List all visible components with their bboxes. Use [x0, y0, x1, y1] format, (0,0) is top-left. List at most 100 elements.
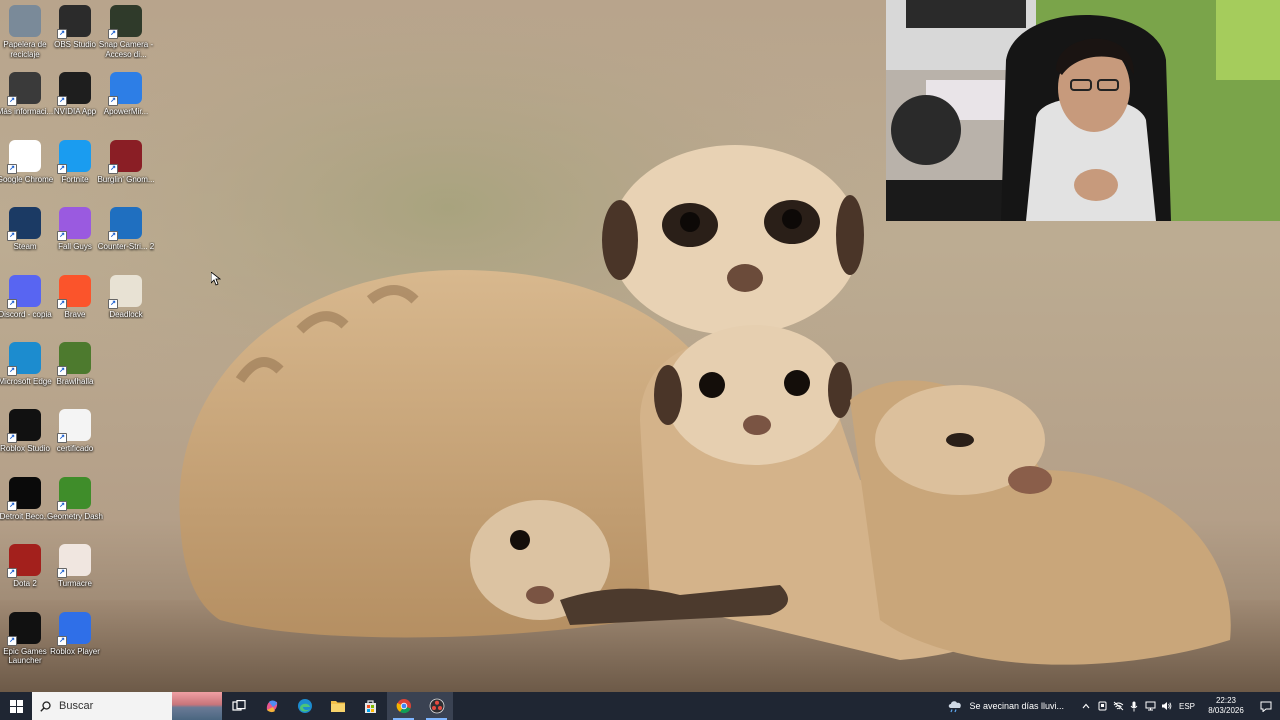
brave-icon: ↗ — [57, 274, 91, 309]
brawlhalla-icon: ↗ — [57, 342, 91, 376]
obs-icon — [429, 698, 444, 714]
ethernet-icon — [1145, 701, 1155, 711]
desktop-shortcut-fall-guys[interactable]: ↗ Fall Guys — [50, 207, 100, 271]
fortnite-icon: ↗ — [57, 139, 91, 174]
snap-camera-icon: ↗ — [108, 5, 142, 39]
clock-time: 22:23 — [1215, 696, 1237, 705]
search-placeholder: Buscar — [59, 700, 94, 712]
turmacre-icon: ↗ — [57, 544, 91, 579]
dota2-icon: ↗ — [7, 544, 41, 579]
taskbar-clock[interactable]: 22:23 8/03/2026 — [1200, 696, 1252, 716]
shortcut-arrow-icon: ↗ — [57, 635, 67, 646]
obs-icon: ↗ — [57, 5, 91, 39]
desktop-shortcut-counter-strike[interactable]: ↗ Counter-Stri... 2 — [98, 207, 154, 271]
task-view-button[interactable] — [222, 692, 255, 720]
shortcut-arrow-icon: ↗ — [57, 500, 67, 511]
shortcut-arrow-icon: ↗ — [57, 568, 67, 579]
shortcut-arrow-icon: ↗ — [57, 29, 67, 39]
shortcut-arrow-icon: ↗ — [108, 231, 118, 242]
edge-icon: ↗ — [7, 342, 41, 376]
shortcut-arrow-icon: ↗ — [108, 96, 118, 107]
show-hidden-icons-button[interactable] — [1078, 692, 1094, 720]
desktop-shortcut-edge[interactable]: ↗ Microsoft Edge — [0, 342, 52, 406]
desktop-shortcut-epic-games[interactable]: ↗ Epic Games Launcher — [0, 611, 50, 676]
desktop-shortcut-apowermirror[interactable]: ↗ ApowerMir... — [101, 72, 151, 136]
desktop-shortcut-discord[interactable]: ↗ Discord - copia — [0, 274, 52, 339]
chrome-icon: ↗ — [7, 139, 41, 174]
shortcut-arrow-icon: ↗ — [7, 163, 17, 174]
epic-games-icon: ↗ — [7, 611, 41, 646]
desktop-shortcut-label: Brave — [64, 309, 86, 319]
weather-text: Se avecinan días lluvi... — [969, 701, 1064, 711]
file-explorer-button[interactable] — [321, 692, 354, 720]
edge-taskbar-button[interactable] — [288, 692, 321, 720]
desktop-shortcut-burglin-gnomes[interactable]: ↗ Burglin' Gnom... — [97, 139, 155, 204]
webcam-overlay — [886, 0, 1280, 221]
desktop-shortcut-fortnite[interactable]: ↗ Fortnite — [50, 139, 100, 204]
tray-device-button[interactable] — [1094, 692, 1110, 720]
tray-volume-button[interactable] — [1158, 692, 1174, 720]
desktop-shortcut-label: Geometry Dash — [46, 511, 104, 521]
shortcut-arrow-icon: ↗ — [108, 163, 118, 174]
desktop-shortcut-deadlock[interactable]: ↗ Deadlock — [101, 274, 151, 339]
tray-network-button[interactable] — [1110, 692, 1126, 720]
desktop-shortcut-label: Snap Camera - Acceso di... — [98, 40, 154, 59]
desktop-shortcut-geometry-dash[interactable]: ↗ Geometry Dash — [47, 476, 103, 541]
shortcut-arrow-icon: ↗ — [7, 433, 17, 444]
task-view-icon — [231, 700, 246, 711]
shortcut-arrow-icon: ↗ — [7, 635, 17, 646]
desktop-shortcut-recycle-bin[interactable]: Papelera de reciclaje — [0, 5, 50, 69]
desktop-icon-grid: Papelera de reciclaje ↗ OBS Studio ↗ Snap Ca… — [0, 0, 160, 690]
windows-logo-icon — [9, 699, 23, 713]
desktop-shortcut-turmacre[interactable]: ↗ Turmacre — [50, 544, 100, 608]
desktop-shortcut-brawlhalla[interactable]: ↗ Brawlhalla — [50, 342, 100, 406]
shortcut-arrow-icon: ↗ — [7, 298, 17, 309]
shortcut-arrow-icon: ↗ — [7, 366, 17, 376]
speaker-icon — [1161, 702, 1171, 710]
chevron-up-icon — [1082, 703, 1090, 709]
microphone-icon — [1130, 701, 1138, 711]
notifications-button[interactable] — [1252, 692, 1280, 720]
tray-wired-network-button[interactable] — [1142, 692, 1158, 720]
detroit-icon: ↗ — [7, 476, 41, 511]
clock-date: 8/03/2026 — [1208, 706, 1244, 715]
microsoft-store-icon — [365, 699, 376, 713]
taskbar-search-box[interactable]: Buscar — [32, 692, 222, 720]
info-icon: ↗ — [7, 72, 41, 107]
shortcut-arrow-icon: ↗ — [108, 298, 118, 309]
counter-strike-icon: ↗ — [108, 207, 142, 242]
chrome-taskbar-button[interactable] — [387, 692, 420, 720]
search-highlight-image — [172, 692, 222, 720]
tray-microphone-button[interactable] — [1126, 692, 1142, 720]
desktop-shortcut-label: ApowerMir... — [103, 107, 149, 117]
network-off-icon — [1113, 701, 1123, 711]
desktop-shortcut-nvidia[interactable]: ↗ NVIDIA App — [50, 72, 100, 136]
obs-taskbar-button[interactable] — [420, 692, 453, 720]
weather-widget[interactable]: Se avecinan días lluvi... — [947, 699, 1064, 713]
device-icon — [1098, 701, 1106, 711]
desktop-shortcut-roblox-studio[interactable]: ↗ Roblox Studio — [0, 409, 50, 473]
copilot-button[interactable] — [255, 692, 288, 720]
desktop-shortcut-roblox[interactable]: ↗ Roblox Player — [50, 611, 100, 676]
language-indicator[interactable]: ESP — [1174, 692, 1200, 720]
nvidia-icon: ↗ — [57, 72, 91, 107]
geometry-dash-icon: ↗ — [57, 476, 91, 511]
desktop-shortcut-document[interactable]: ↗ certificado — [50, 409, 100, 473]
desktop-shortcut-brave[interactable]: ↗ Brave — [50, 274, 100, 339]
desktop-shortcut-chrome[interactable]: ↗ Google Chrome — [0, 139, 53, 204]
desktop-shortcut-snap-camera[interactable]: ↗ Snap Camera - Acceso di... — [99, 5, 153, 69]
desktop-shortcut-info[interactable]: ↗ Más informaci... — [0, 72, 53, 136]
shortcut-arrow-icon: ↗ — [7, 96, 17, 107]
apowermirror-icon: ↗ — [108, 72, 142, 107]
desktop-shortcut-steam[interactable]: ↗ Steam — [0, 207, 50, 271]
desktop-shortcut-obs[interactable]: ↗ OBS Studio — [50, 5, 100, 69]
microsoft-store-button[interactable] — [354, 692, 387, 720]
desktop-shortcut-label: Fall Guys — [58, 242, 92, 252]
start-button[interactable] — [0, 692, 32, 720]
desktop-shortcut-label: NVIDIA App — [53, 107, 97, 117]
desktop-shortcut-dota2[interactable]: ↗ Dota 2 — [0, 544, 50, 608]
desktop-shortcut-detroit[interactable]: ↗ Detroit Beco... — [0, 476, 50, 541]
desktop-shortcut-label: certificado — [56, 444, 94, 454]
shortcut-arrow-icon: ↗ — [57, 163, 67, 174]
shortcut-arrow-icon: ↗ — [57, 298, 67, 309]
